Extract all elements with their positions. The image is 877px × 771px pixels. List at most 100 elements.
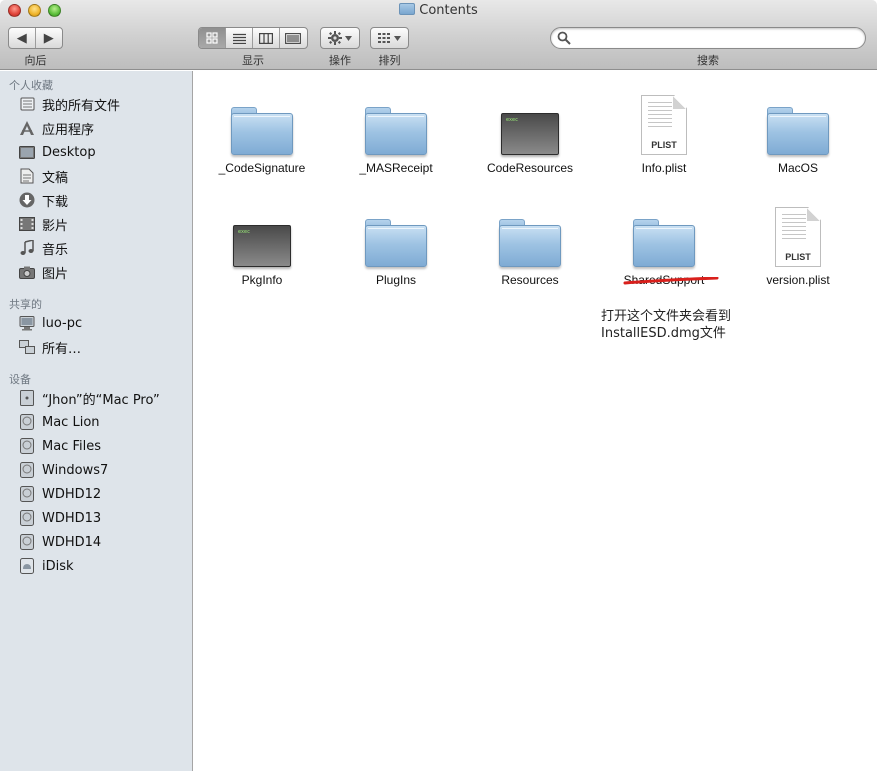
action-label: 操作: [329, 54, 351, 67]
sidebar-item-label: WDHD13: [42, 510, 102, 526]
sidebar-item-idisk[interactable]: iDisk: [18, 556, 188, 576]
sidebar-item-applications[interactable]: 应用程序: [18, 118, 188, 138]
sidebar-item-mac-lion[interactable]: Mac Lion: [18, 412, 188, 432]
sidebar-item-label: luo-pc: [42, 315, 83, 331]
file-item[interactable]: MacOS: [731, 89, 865, 189]
chevron-down-icon: [345, 35, 352, 41]
file-item[interactable]: SharedSupport: [597, 201, 731, 301]
sidebar-item-wdhd14[interactable]: WDHD14: [18, 532, 188, 552]
column-view-button[interactable]: [253, 28, 280, 48]
back-label: 向后: [24, 54, 47, 67]
executable-icon: exec: [233, 225, 291, 267]
annotation-note: 打开这个文件夹会看到 InstallESD.dmg文件: [601, 308, 731, 342]
annotation-line-2: InstallESD.dmg文件: [601, 326, 726, 341]
window-toolbar: Contents ◀ ▶ 向后 显示 操作 排列 搜索: [0, 0, 877, 70]
pictures-icon: [18, 264, 36, 280]
file-name: CodeResources: [486, 161, 574, 175]
sidebar-item-wdhd12[interactable]: WDHD12: [18, 484, 188, 504]
folder-icon: [365, 107, 427, 155]
folder-icon: [365, 219, 427, 267]
executable-icon: exec: [501, 113, 559, 155]
window-title: Contents: [0, 3, 877, 18]
icon-view-button[interactable]: [199, 28, 226, 48]
file-icon-wrap: [763, 89, 833, 155]
sidebar-item-pictures[interactable]: 图片: [18, 262, 188, 282]
search-field[interactable]: [550, 27, 866, 49]
exec-icon-text: exec: [506, 117, 519, 123]
exec-icon-text: exec: [238, 229, 251, 235]
sidebar-item-label: iDisk: [42, 558, 74, 574]
network-icon: [18, 339, 36, 355]
sidebar-item-mac-files[interactable]: Mac Files: [18, 436, 188, 456]
sidebar-item-windows7[interactable]: Windows7: [18, 460, 188, 480]
hard-drive-icon: [18, 462, 36, 478]
arrange-menu-button[interactable]: [370, 27, 409, 49]
sidebar-item-music[interactable]: 音乐: [18, 238, 188, 258]
icon-view-icon: [206, 32, 218, 44]
file-browser-icon-grid: _CodeSignature _MASReceipt exec CodeReso…: [194, 71, 877, 771]
plist-icon-text: PLIST: [785, 252, 811, 262]
sidebar-item-downloads[interactable]: 下载: [18, 190, 188, 210]
sidebar-item-luo-pc[interactable]: luo-pc: [18, 313, 188, 333]
sidebar-item-label: 音乐: [42, 242, 69, 258]
sidebar-item-label: 文稿: [42, 170, 69, 186]
file-icon-wrap: PLIST: [763, 201, 833, 267]
hard-drive-icon: [18, 414, 36, 430]
sidebar-item-all-shared[interactable]: 所有…: [18, 337, 188, 357]
file-name: PkgInfo: [241, 273, 283, 287]
sidebar: 个人收藏 我的所有文件 应用程序 Desktop 文稿 下载 影片 音乐 图片 …: [0, 71, 193, 771]
column-view-icon: [259, 32, 273, 44]
view-label: 显示: [242, 54, 264, 67]
sidebar-item-desktop[interactable]: Desktop: [18, 142, 188, 162]
action-menu-button[interactable]: [320, 27, 360, 49]
sidebar-item-wdhd13[interactable]: WDHD13: [18, 508, 188, 528]
search-icon: [557, 31, 571, 45]
sidebar-item-label: WDHD12: [42, 486, 102, 502]
file-item[interactable]: _CodeSignature: [195, 89, 329, 189]
sidebar-item-movies[interactable]: 影片: [18, 214, 188, 234]
file-item[interactable]: Resources: [463, 201, 597, 301]
search-input[interactable]: [575, 30, 855, 46]
file-icon-wrap: [629, 201, 699, 267]
sidebar-header-shared: 共享的: [9, 298, 42, 311]
sidebar-header-devices: 设备: [9, 373, 31, 386]
file-icon-wrap: [227, 89, 297, 155]
back-forward-control: ◀ ▶: [8, 27, 63, 49]
file-item[interactable]: exec PkgInfo: [195, 201, 329, 301]
file-item[interactable]: PLIST version.plist: [731, 201, 865, 301]
file-item[interactable]: PlugIns: [329, 201, 463, 301]
folder-icon: [399, 3, 416, 15]
action-button-face: [321, 28, 359, 48]
sidebar-item-label: Windows7: [42, 462, 109, 478]
cover-flow-view-button[interactable]: [280, 28, 307, 48]
downloads-icon: [18, 192, 36, 208]
sidebar-item-label: WDHD14: [42, 534, 102, 550]
hard-drive-icon: [18, 510, 36, 526]
forward-button[interactable]: ▶: [36, 28, 62, 48]
list-view-icon: [232, 33, 246, 44]
arrange-grid-icon: [378, 33, 390, 43]
chevron-down-icon: [394, 35, 401, 41]
desktop-icon: [18, 144, 36, 160]
file-name: PlugIns: [375, 273, 417, 287]
file-name: version.plist: [766, 273, 830, 287]
documents-icon: [18, 168, 36, 184]
sidebar-item-label: 影片: [42, 218, 69, 234]
sidebar-item-documents[interactable]: 文稿: [18, 166, 188, 186]
list-view-button[interactable]: [226, 28, 253, 48]
sidebar-item-mac-pro[interactable]: “Jhon”的“Mac Pro”: [18, 388, 188, 408]
idisk-icon: [18, 558, 36, 574]
music-icon: [18, 240, 36, 256]
annotation-underline: [623, 277, 719, 285]
file-name: Info.plist: [641, 161, 687, 175]
sidebar-item-all-files[interactable]: 我的所有文件: [18, 94, 188, 114]
file-item[interactable]: _MASReceipt: [329, 89, 463, 189]
back-button[interactable]: ◀: [9, 28, 36, 48]
coverflow-view-icon: [285, 32, 302, 44]
file-item[interactable]: exec CodeResources: [463, 89, 597, 189]
sidebar-item-label: 下载: [42, 194, 69, 210]
file-icon-wrap: exec: [495, 89, 565, 155]
file-item[interactable]: PLIST Info.plist: [597, 89, 731, 189]
folder-icon: [499, 219, 561, 267]
arrange-button-face: [371, 28, 408, 48]
